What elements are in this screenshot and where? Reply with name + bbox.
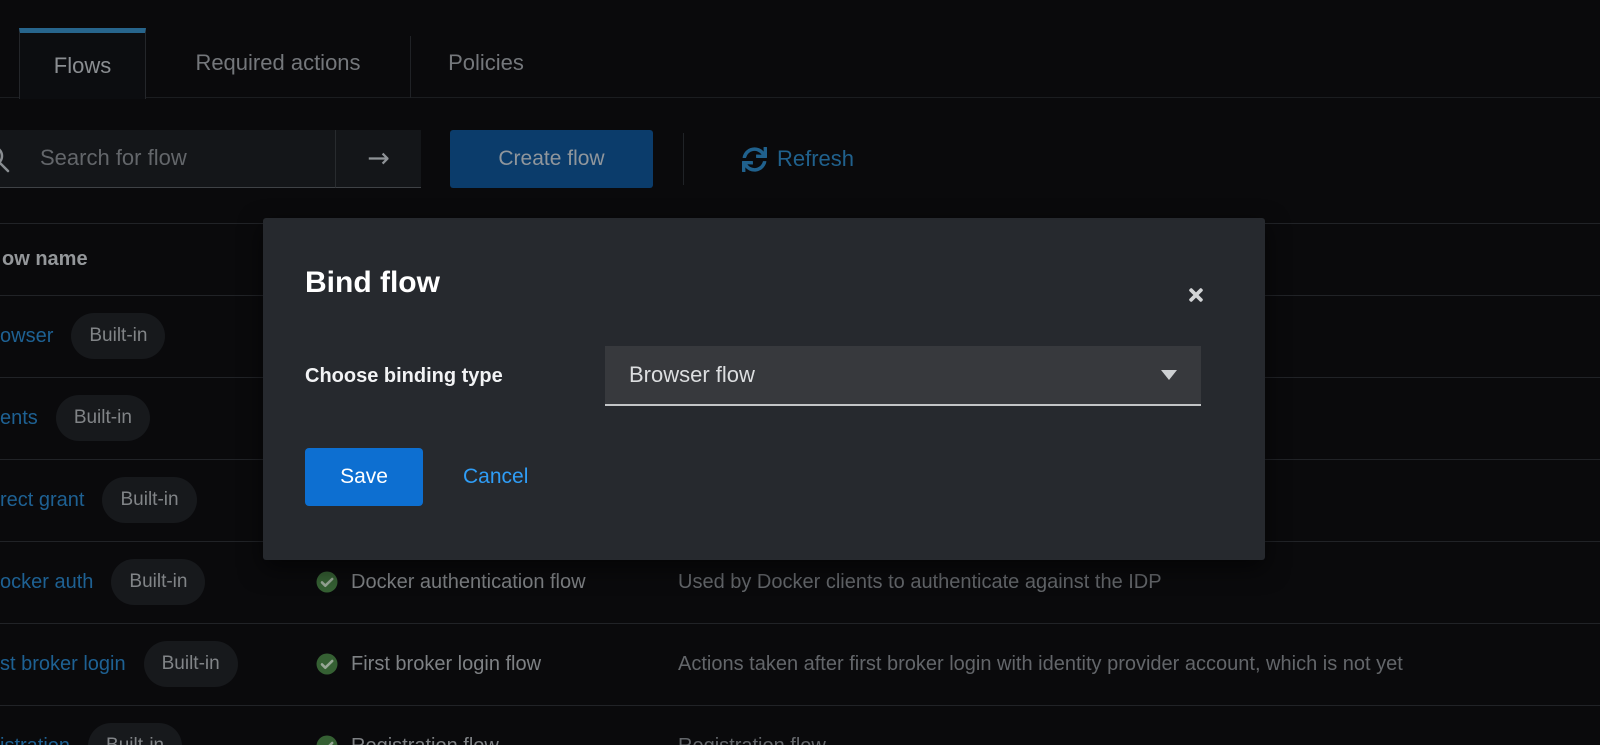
tab-policies-label: Policies (448, 50, 524, 75)
save-button[interactable]: Save (305, 448, 423, 506)
binding-type-selected-value: Browser flow (629, 362, 755, 387)
flow-link[interactable]: st broker login (0, 653, 126, 676)
flow-description: Registration flow (678, 705, 826, 745)
flow-link[interactable]: ocker auth (0, 571, 93, 594)
cancel-button[interactable]: Cancel (463, 448, 528, 506)
built-in-badge: Built-in (71, 313, 166, 359)
used-by-flow: Registration flow (351, 735, 499, 745)
built-in-badge: Built-in (143, 641, 238, 687)
binding-type-label: Choose binding type (305, 364, 503, 387)
tab-required-actions-label: Required actions (195, 50, 361, 75)
built-in-badge: Built-in (111, 559, 206, 605)
create-flow-button[interactable]: Create flow (450, 130, 653, 188)
search-icon (0, 143, 12, 175)
flow-description: Actions taken after first broker login w… (678, 652, 1403, 675)
column-header-flow-name: ow name (2, 247, 88, 270)
check-circle-icon (315, 734, 339, 745)
tab-flows-label: Flows (53, 53, 112, 78)
check-circle-icon (315, 570, 339, 594)
refresh-label: Refresh (777, 146, 855, 171)
tab-required-actions[interactable]: Required actions (146, 28, 410, 98)
built-in-badge: Built-in (55, 395, 150, 441)
check-circle-icon (315, 652, 339, 676)
arrow-right-icon: → (367, 143, 390, 174)
close-icon (1186, 285, 1206, 305)
modal-close-button[interactable] (1181, 280, 1211, 310)
modal-title: Bind flow (305, 266, 440, 299)
toolbar-divider (683, 133, 684, 185)
tab-flows[interactable]: Flows (19, 28, 146, 99)
search-input[interactable] (40, 130, 330, 186)
flow-link[interactable]: ents (0, 407, 38, 430)
flow-link[interactable]: rect grant (0, 489, 84, 512)
tab-policies[interactable]: Policies (410, 28, 562, 98)
built-in-badge: Built-in (88, 723, 183, 745)
binding-type-select[interactable]: Browser flow (605, 346, 1201, 406)
flow-link[interactable]: owser (0, 325, 53, 348)
chevron-down-icon (1161, 370, 1177, 380)
flow-link[interactable]: istration (0, 735, 70, 745)
used-by-flow: First broker login flow (351, 652, 542, 675)
search-box (0, 130, 335, 188)
bind-flow-modal: Bind flow Choose binding type Browser fl… (263, 218, 1265, 560)
refresh-icon (742, 146, 767, 172)
table-row: istration Built-in Registration flow Reg… (0, 705, 1600, 745)
tab-bar: Flows Required actions Policies (0, 28, 1600, 99)
binding-type-form-row: Choose binding type Browser flow (305, 346, 1201, 406)
built-in-badge: Built-in (102, 477, 197, 523)
search-submit-button[interactable]: → (335, 130, 421, 188)
used-by-flow: Docker authentication flow (351, 570, 586, 593)
tab-divider (410, 36, 411, 98)
refresh-button[interactable]: Refresh (742, 130, 854, 188)
table-row: st broker login Built-in First broker lo… (0, 623, 1600, 705)
